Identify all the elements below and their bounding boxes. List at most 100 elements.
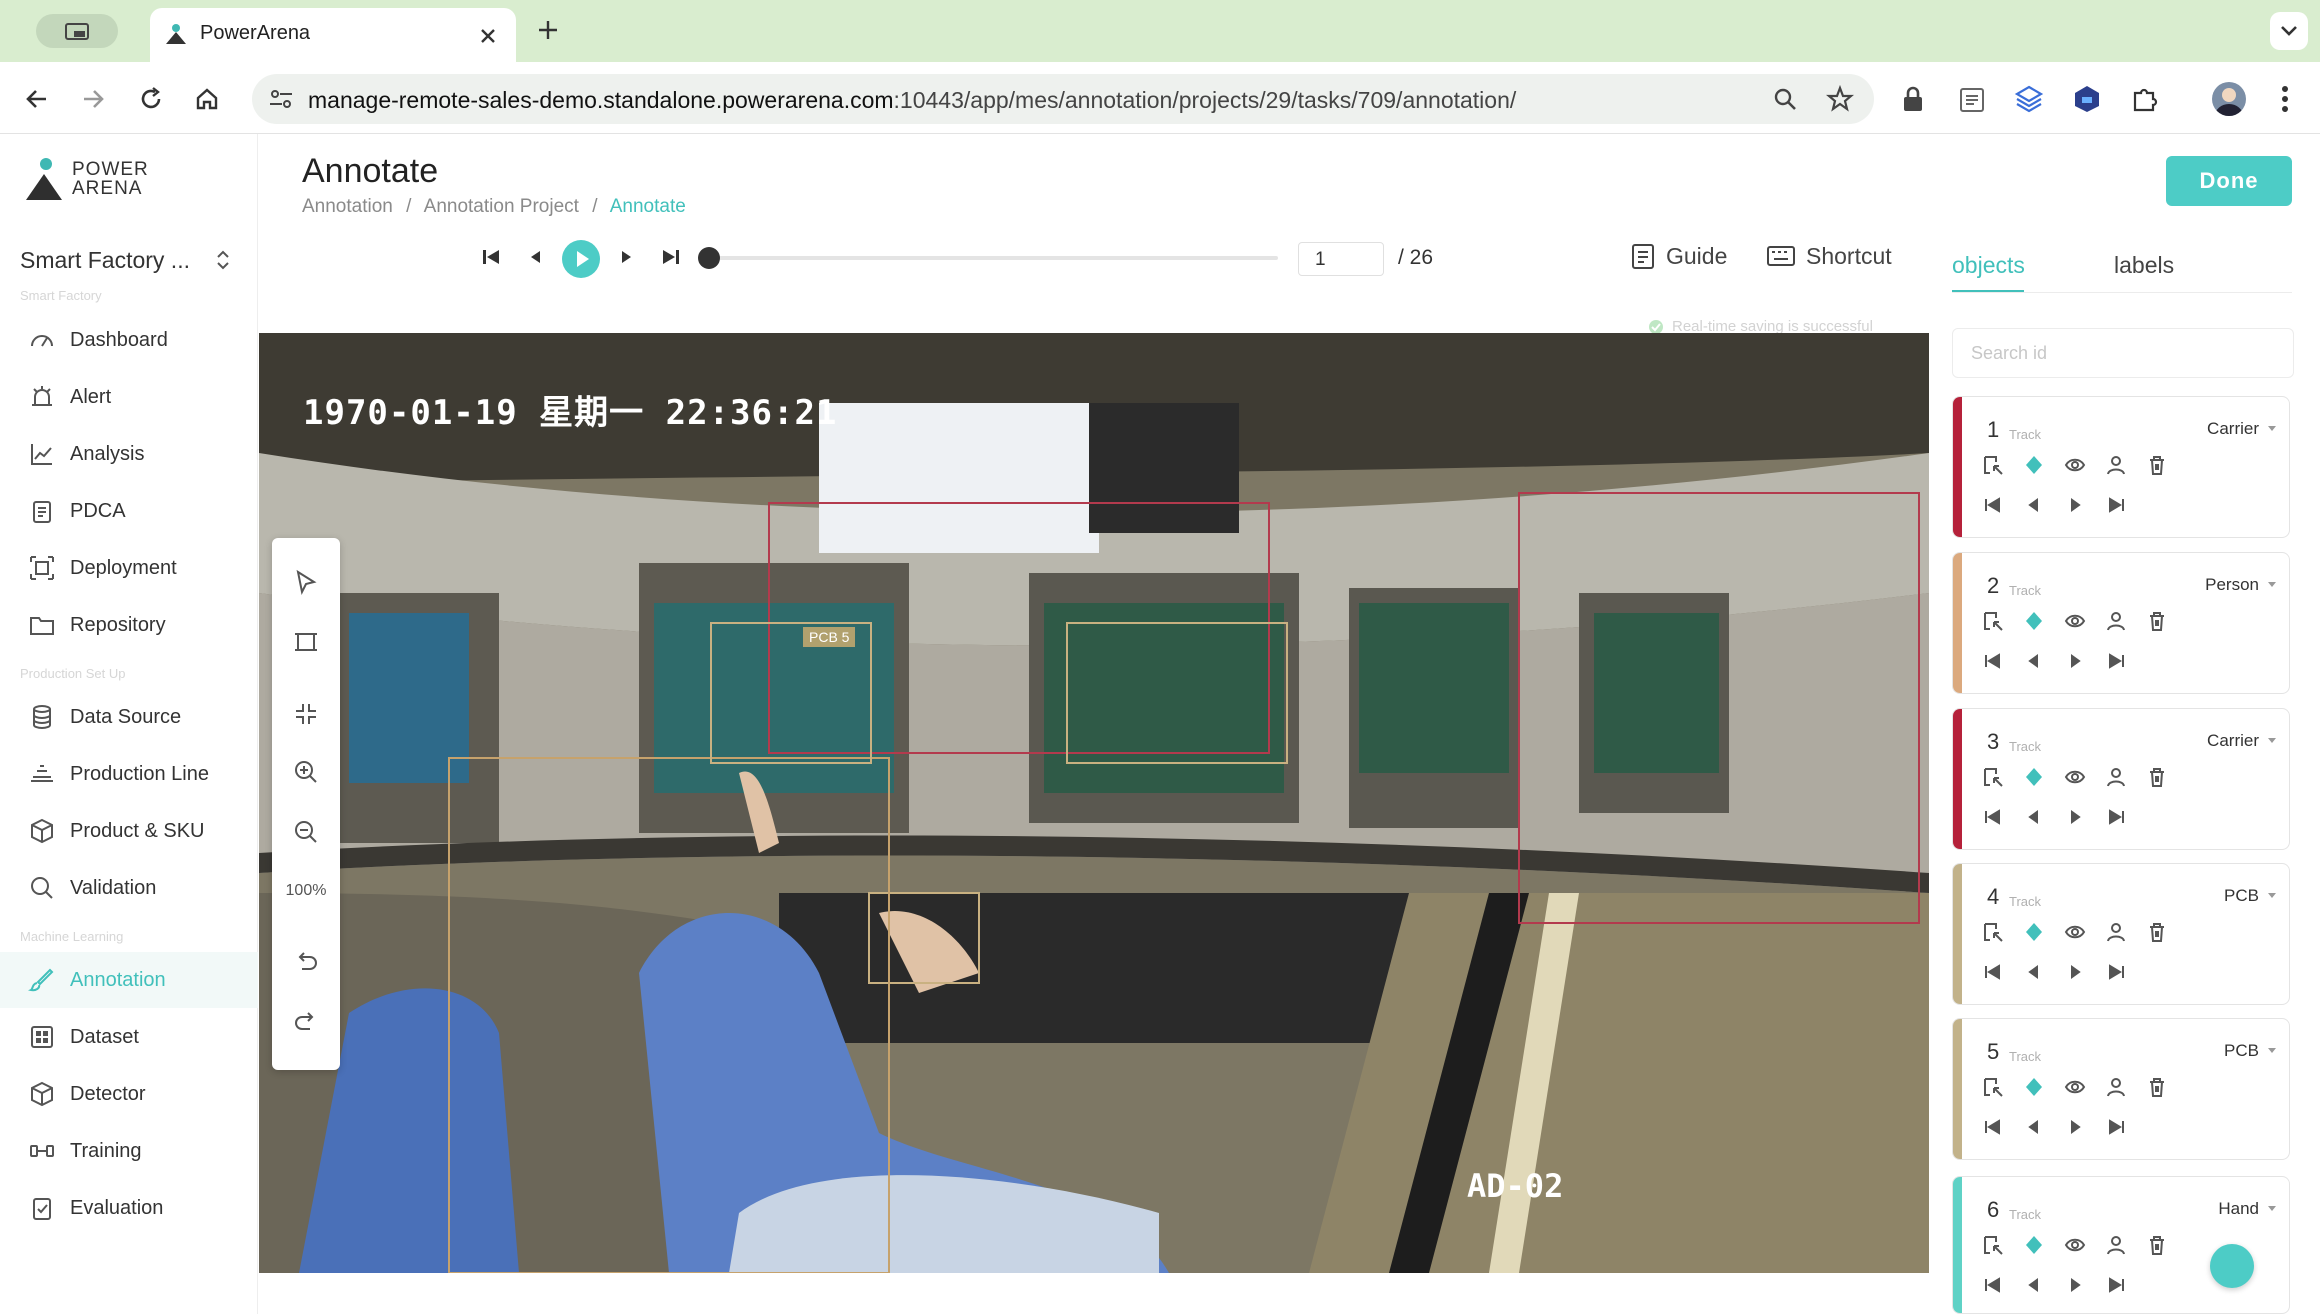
edit-box-button[interactable] — [1979, 1231, 2006, 1258]
zoom-out-button[interactable] — [286, 812, 326, 852]
caret-down-icon[interactable] — [2267, 425, 2277, 433]
object-label[interactable]: Carrier — [2207, 731, 2259, 751]
jump-last-button[interactable] — [2102, 958, 2129, 985]
visibility-button[interactable] — [2061, 607, 2088, 634]
keyframe-button[interactable] — [2020, 763, 2047, 790]
keyframe-button[interactable] — [2020, 607, 2047, 634]
visibility-button[interactable] — [2061, 1231, 2088, 1258]
annotation-canvas[interactable]: PCB 5 1970-01-19 星期一 22:36:21 AD-02 — [259, 333, 1929, 1273]
sidebar-item-data-source[interactable]: Data Source — [0, 689, 258, 745]
extensions-puzzle-icon[interactable] — [2130, 84, 2160, 114]
tab-labels[interactable]: labels — [2114, 252, 2174, 279]
jump-next-button[interactable] — [2061, 491, 2088, 518]
assign-user-button[interactable] — [2102, 607, 2129, 634]
jump-last-button[interactable] — [2102, 491, 2129, 518]
keyframe-button[interactable] — [2020, 918, 2047, 945]
jump-first-button[interactable] — [1979, 958, 2006, 985]
caret-down-icon[interactable] — [2267, 892, 2277, 900]
assign-user-button[interactable] — [2102, 451, 2129, 478]
sidebar-item-annotation[interactable]: Annotation — [0, 952, 258, 1008]
lock-extension-icon[interactable] — [1900, 84, 1926, 114]
profile-avatar[interactable] — [2212, 82, 2246, 116]
jump-last-button[interactable] — [2102, 1113, 2129, 1140]
jump-prev-button[interactable] — [2020, 647, 2047, 674]
guide-button[interactable]: Guide — [1630, 242, 1727, 270]
delete-button[interactable] — [2143, 918, 2170, 945]
visibility-button[interactable] — [2061, 763, 2088, 790]
assign-user-button[interactable] — [2102, 1231, 2129, 1258]
object-label[interactable]: PCB — [2224, 886, 2259, 906]
done-button[interactable]: Done — [2166, 156, 2292, 206]
next-frame-button[interactable] — [612, 242, 642, 272]
jump-first-button[interactable] — [1979, 647, 2006, 674]
object-card[interactable]: 4 Track PCB — [1952, 863, 2290, 1005]
jump-prev-button[interactable] — [2020, 1271, 2047, 1298]
jump-next-button[interactable] — [2061, 803, 2088, 830]
jump-last-button[interactable] — [2102, 1271, 2129, 1298]
layers-extension-icon[interactable] — [2014, 84, 2044, 114]
back-icon[interactable] — [24, 86, 50, 112]
close-tab-icon[interactable] — [480, 28, 496, 44]
jump-next-button[interactable] — [2061, 647, 2088, 674]
search-input[interactable]: Search id — [1952, 328, 2294, 378]
zoom-in-button[interactable] — [286, 752, 326, 792]
home-icon[interactable] — [194, 86, 220, 112]
edit-box-button[interactable] — [1979, 918, 2006, 945]
sidebar-item-production-line[interactable]: Production Line — [0, 746, 258, 802]
jump-last-button[interactable] — [2102, 647, 2129, 674]
zoom-icon[interactable] — [1772, 86, 1798, 112]
delete-button[interactable] — [2143, 1073, 2170, 1100]
jump-prev-button[interactable] — [2020, 1113, 2047, 1140]
sidebar-item-training[interactable]: Training — [0, 1123, 258, 1179]
keyframe-button[interactable] — [2020, 1231, 2047, 1258]
object-card[interactable]: 2 Track Person — [1952, 552, 2290, 694]
last-frame-button[interactable] — [656, 242, 686, 272]
timeline-handle[interactable] — [698, 247, 720, 269]
breadcrumb-annotation-project[interactable]: Annotation Project — [424, 196, 579, 217]
jump-prev-button[interactable] — [2020, 958, 2047, 985]
keyframe-button[interactable] — [2020, 451, 2047, 478]
jump-next-button[interactable] — [2061, 1271, 2088, 1298]
timeline-track[interactable] — [708, 256, 1278, 260]
sidebar-item-repository[interactable]: Repository — [0, 597, 258, 653]
object-card[interactable]: 5 Track PCB — [1952, 1018, 2290, 1160]
first-frame-button[interactable] — [476, 242, 506, 272]
visibility-button[interactable] — [2061, 918, 2088, 945]
address-bar[interactable]: manage-remote-sales-demo.standalone.powe… — [252, 74, 1874, 124]
app-logo[interactable]: POWER ARENA — [24, 156, 149, 202]
jump-first-button[interactable] — [1979, 803, 2006, 830]
delete-button[interactable] — [2143, 1231, 2170, 1258]
sidebar-item-evaluation[interactable]: Evaluation — [0, 1180, 258, 1236]
jump-next-button[interactable] — [2061, 958, 2088, 985]
assign-user-button[interactable] — [2102, 918, 2129, 945]
sidebar-item-detector[interactable]: Detector — [0, 1066, 258, 1122]
sidebar-item-alert[interactable]: Alert — [0, 369, 258, 425]
edit-box-button[interactable] — [1979, 1073, 2006, 1100]
jump-first-button[interactable] — [1979, 1113, 2006, 1140]
tab-groups-button[interactable] — [36, 14, 118, 48]
redo-button[interactable] — [286, 1002, 326, 1042]
sidebar-item-dataset[interactable]: Dataset — [0, 1009, 258, 1065]
object-label[interactable]: PCB — [2224, 1041, 2259, 1061]
undo-button[interactable] — [286, 942, 326, 982]
breadcrumb-annotation[interactable]: Annotation — [302, 196, 393, 217]
object-label[interactable]: Person — [2205, 575, 2259, 595]
reader-icon[interactable] — [1958, 86, 1986, 114]
edit-box-button[interactable] — [1979, 451, 2006, 478]
caret-down-icon[interactable] — [2267, 737, 2277, 745]
jump-prev-button[interactable] — [2020, 491, 2047, 518]
visibility-button[interactable] — [2061, 1073, 2088, 1100]
object-card[interactable]: 1 Track Carrier — [1952, 396, 2290, 538]
object-label[interactable]: Hand — [2218, 1199, 2259, 1219]
shortcut-button[interactable]: Shortcut — [1766, 242, 1892, 270]
new-tab-icon[interactable] — [536, 18, 560, 42]
caret-down-icon[interactable] — [2267, 1205, 2277, 1213]
jump-next-button[interactable] — [2061, 1113, 2088, 1140]
sidebar-item-pdca[interactable]: PDCA — [0, 483, 258, 539]
browser-tab[interactable]: PowerArena — [150, 8, 516, 62]
object-card[interactable]: 3 Track Carrier — [1952, 708, 2290, 850]
tab-objects[interactable]: objects — [1952, 252, 2025, 279]
delete-button[interactable] — [2143, 763, 2170, 790]
keyframe-button[interactable] — [2020, 1073, 2047, 1100]
browser-menu-icon[interactable] — [2278, 84, 2292, 114]
